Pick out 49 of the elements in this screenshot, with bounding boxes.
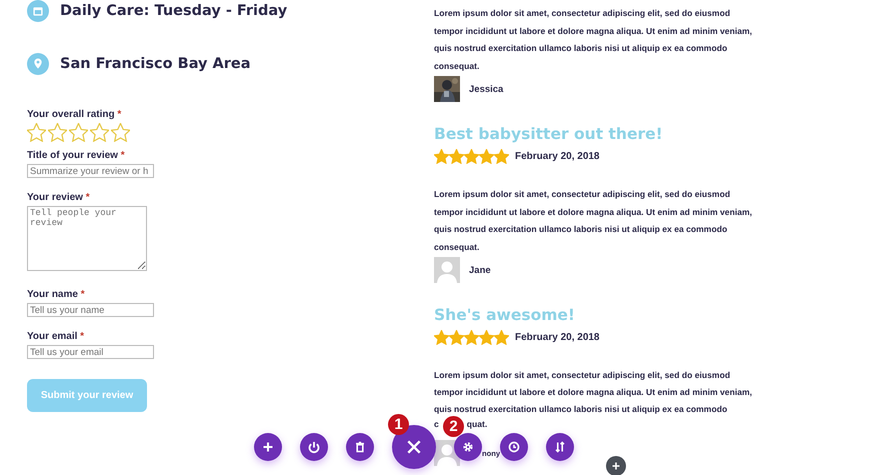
- star-icon[interactable]: [111, 123, 130, 142]
- star-icon: [449, 148, 464, 164]
- star-icon: [494, 330, 509, 344]
- info-text: San Francisco Bay Area: [60, 56, 251, 72]
- star-icon: [464, 330, 479, 344]
- star-icon: [434, 148, 449, 164]
- step-badge: 1: [388, 414, 409, 435]
- field-label: Title of your review *: [27, 150, 125, 161]
- star-icon: [434, 330, 449, 344]
- review-text: Lorem ipsum dolor sit amet, consectetur adipiscing elit, sed do eiusmod tempor incididunt ut labore et dolore magna aliqua. Ut enim ad minim veniam, quis nostrud exercitation ullamco laboris nisi ut aliquip ex ea commodo consequat.: [434, 188, 754, 254]
- star-icon[interactable]: [90, 123, 109, 142]
- review-text: Lorem ipsum dolor sit amet, consectetur adipiscing elit, sed do eiusmod tempor incididunt ut labore et dolore magna aliqua. Ut enim ad minim veniam, quis nostrud exercitation ullamco laboris nisi ut aliquip ex ea commodo consequat.: [434, 7, 754, 73]
- avatar-icon: [434, 257, 460, 283]
- review-title: Best babysitter out there!: [434, 125, 664, 145]
- review-date: February 20, 2018: [515, 332, 600, 342]
- star-icon: [479, 330, 494, 344]
- step-badge: 2: [443, 416, 464, 437]
- power-button[interactable]: [300, 433, 328, 461]
- info-text: Daily Care: Tuesday - Friday: [60, 3, 288, 19]
- add-button[interactable]: [606, 456, 626, 475]
- history-button[interactable]: [500, 433, 528, 461]
- delete-button[interactable]: [346, 433, 374, 461]
- submit-button[interactable]: Submit your review: [27, 379, 147, 412]
- field-label: Your email *: [27, 331, 84, 342]
- input-field[interactable]: Summarize your review or h: [27, 164, 154, 178]
- review-title: She's awesome!: [434, 306, 576, 326]
- location-pin-icon: [27, 53, 49, 75]
- input-field[interactable]: Tell us your name: [27, 303, 154, 317]
- sort-button[interactable]: [546, 433, 574, 461]
- input-field[interactable]: Tell us your email: [27, 345, 154, 359]
- reviewer-name: Jane: [469, 264, 491, 276]
- field-label: Your review *: [27, 192, 90, 203]
- settings-button[interactable]: [454, 433, 482, 461]
- calendar-icon: [27, 0, 49, 22]
- star-icon[interactable]: [27, 123, 46, 142]
- star-icon[interactable]: [48, 123, 67, 142]
- review-text: c: [434, 419, 439, 430]
- star-icon: [464, 148, 479, 164]
- review-textarea[interactable]: Tell people your review: [27, 206, 147, 271]
- add-button[interactable]: [254, 433, 282, 461]
- field-label: Your overall rating *: [27, 109, 122, 120]
- review-date: February 20, 2018: [515, 150, 600, 162]
- reviewer-name: Jessica: [469, 84, 504, 94]
- star-icon: [494, 148, 509, 164]
- star-icon: [449, 330, 464, 344]
- field-label: Your name *: [27, 289, 85, 300]
- star-icon: [479, 148, 494, 164]
- review-text: quat.: [466, 419, 488, 430]
- star-icon[interactable]: [69, 123, 88, 142]
